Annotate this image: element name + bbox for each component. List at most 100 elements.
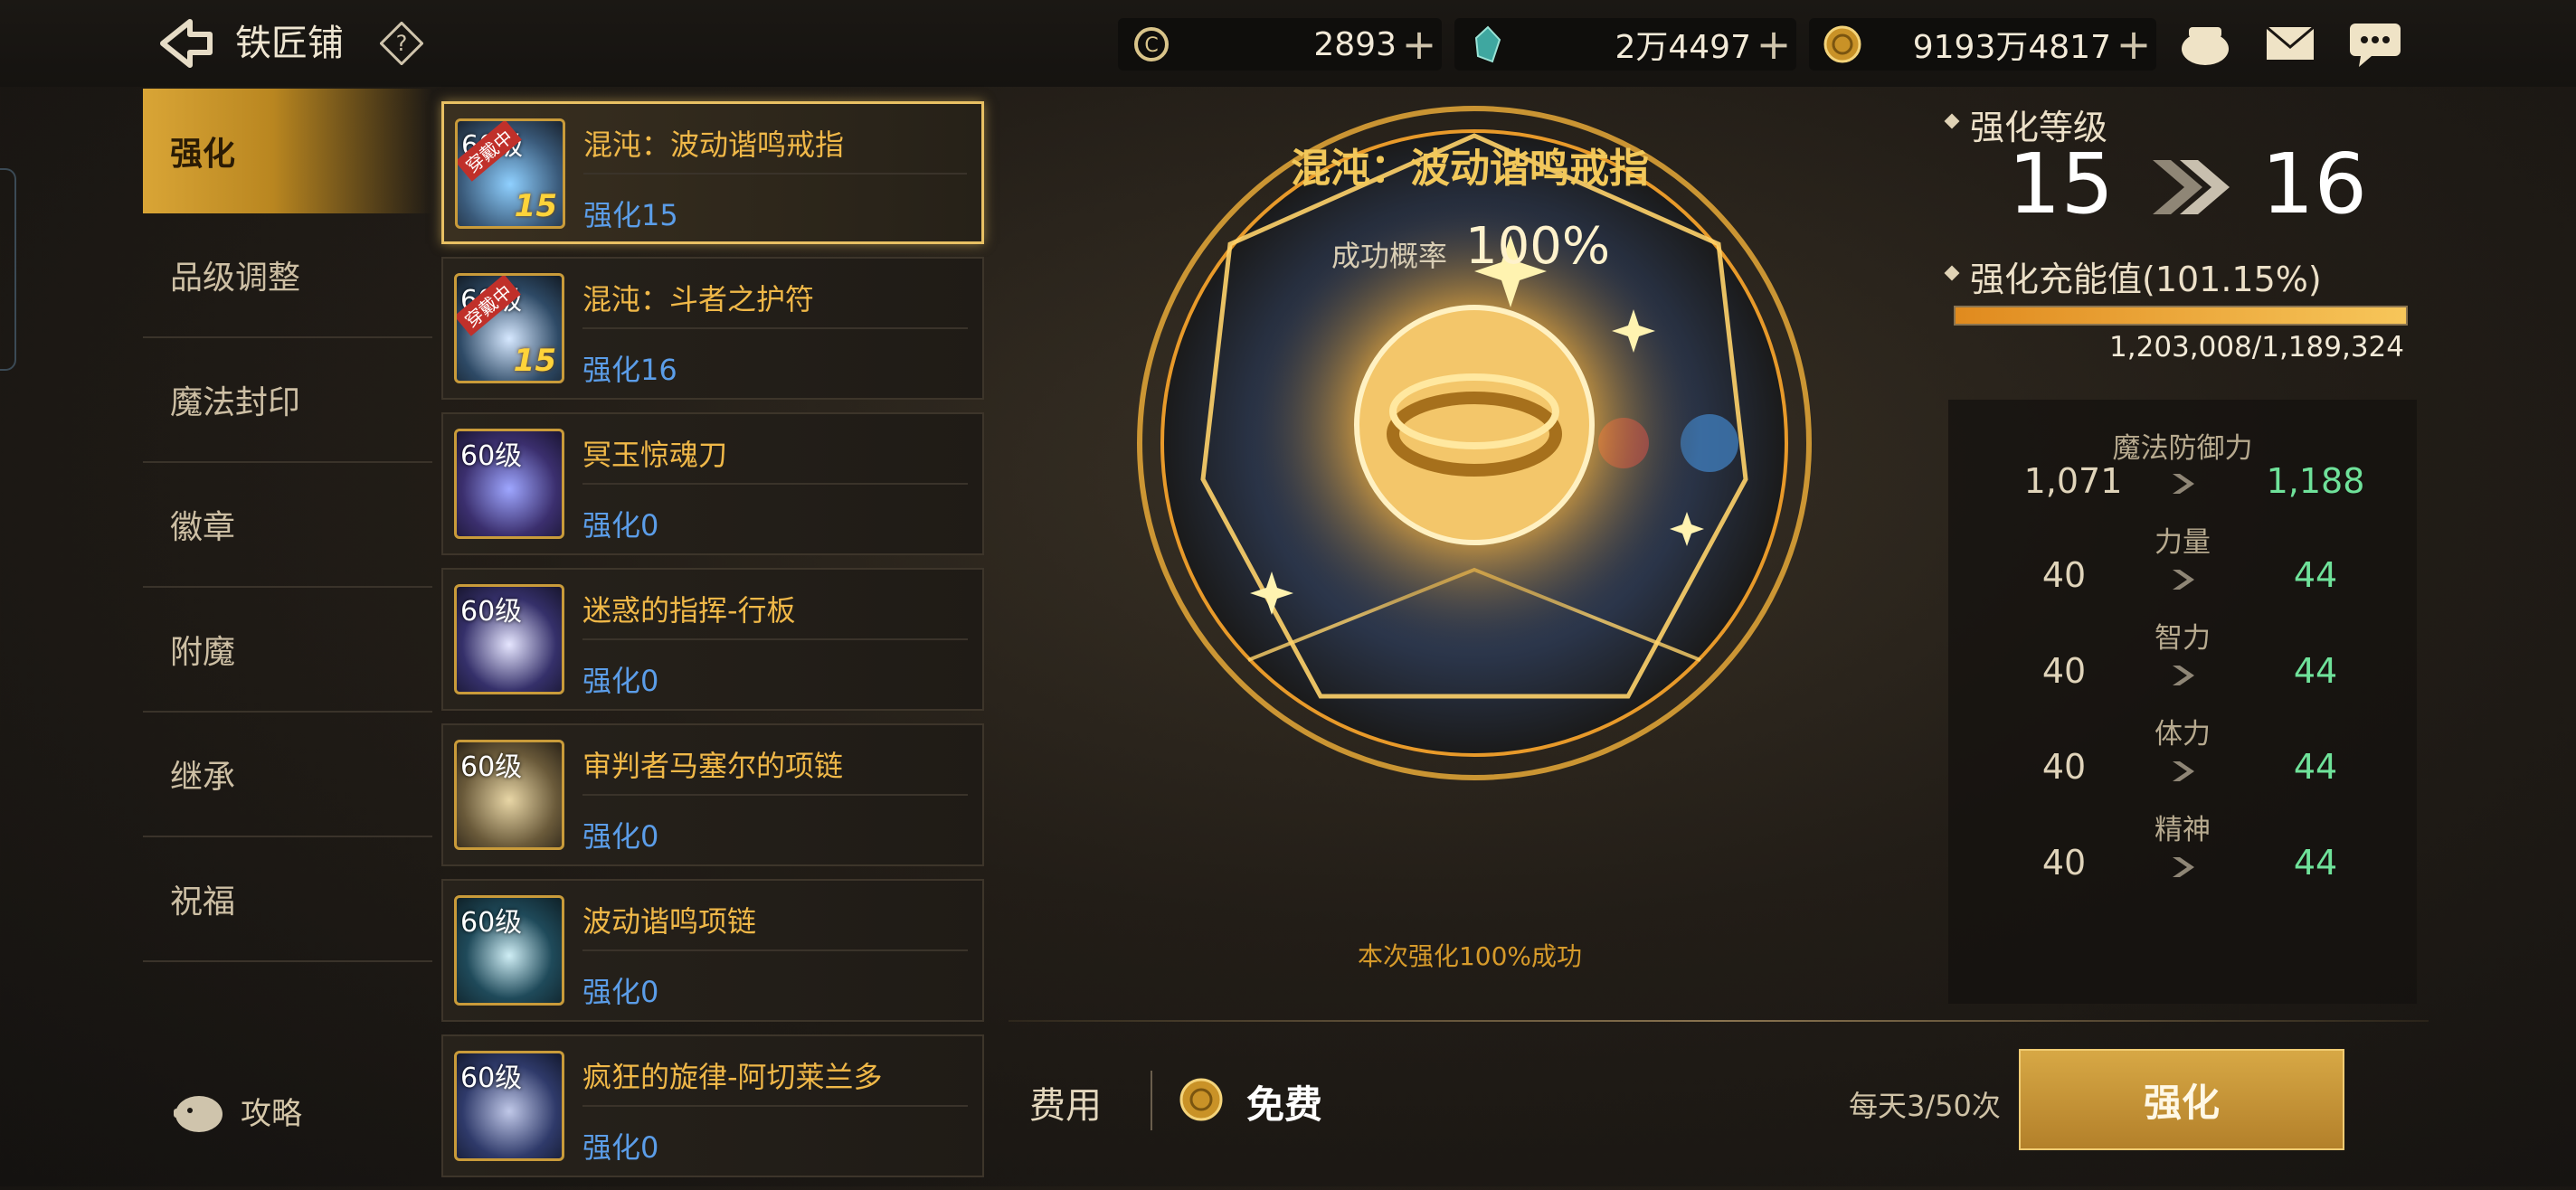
menu-item-blessing[interactable]: 祝福 (143, 837, 432, 962)
stat-name: 精神 (2155, 814, 2211, 846)
menu-item-label: 强化 (170, 136, 236, 173)
stat-old-value: 40 (2041, 555, 2087, 595)
chevron-right-icon (2173, 857, 2194, 877)
chevron-right-icon (2173, 666, 2194, 685)
enhance-level-from: 15 (2008, 136, 2115, 232)
svg-text:?: ? (396, 31, 408, 56)
equipment-item[interactable]: 60级 波动谐鸣项链 强化0 (441, 879, 984, 1022)
success-rate-value: 100% (1465, 217, 1611, 276)
diamond-icon (1944, 265, 1960, 281)
stat-new-value: 44 (2293, 843, 2338, 883)
page-title: 铁匠铺 (235, 23, 344, 64)
equipment-item[interactable]: 60级 穿戴中 15 混沌：斗者之护符 强化16 (441, 257, 984, 400)
stat-name: 智力 (2155, 622, 2211, 655)
equipment-thumbnail: 60级 (454, 1051, 564, 1161)
back-arrow-icon[interactable] (154, 16, 217, 71)
equipment-enhance-level: 强化0 (582, 975, 659, 1009)
equipment-name: 疯狂的旋律-阿切莱兰多 (582, 1060, 883, 1094)
equipment-name: 迷惑的指挥-行板 (582, 593, 796, 628)
menu-item-enhance[interactable]: 强化 (143, 89, 432, 213)
enhance-level-badge: 15 (513, 343, 556, 379)
c-coin-icon: C (1131, 24, 1172, 65)
charge-label: 强化充能值(101.15%) (1970, 260, 2322, 299)
menu-item-label: 继承 (170, 759, 236, 796)
mail-icon[interactable] (2261, 18, 2319, 69)
diamond-icon (1944, 113, 1960, 129)
stat-old-value: 40 (2041, 747, 2087, 787)
equipment-thumbnail: 60级 (454, 429, 564, 539)
menu-item-label: 祝福 (170, 883, 236, 921)
equipment-enhance-level: 强化0 (582, 508, 659, 543)
equipment-name: 混沌：斗者之护符 (582, 282, 815, 316)
enhance-button[interactable]: 强化 (2019, 1049, 2344, 1150)
stat-name: 魔法防御力 (2112, 432, 2253, 465)
menu-item-inherit[interactable]: 继承 (143, 713, 432, 837)
charge-progress-fill (1956, 307, 2406, 324)
equipment-enhance-level: 强化15 (583, 198, 678, 232)
guide-button[interactable]: 攻略 (168, 1083, 302, 1138)
stat-new-value: 44 (2293, 555, 2338, 595)
stat-name: 体力 (2155, 718, 2211, 751)
equipment-enhance-level: 强化0 (582, 1130, 659, 1165)
divider (1009, 1020, 2429, 1022)
svg-text:C: C (1144, 34, 1158, 57)
success-rate-label: 成功概率 (1331, 239, 1448, 273)
equipment-item[interactable]: 60级 冥玉惊魂刀 强化0 (441, 412, 984, 555)
daily-limit: 每天3/50次 (1849, 1089, 2001, 1123)
level-label: 60级 (460, 1062, 523, 1094)
enhance-notice: 本次强化100%成功 (1357, 941, 1583, 971)
add-currency-button[interactable]: + (2111, 24, 2156, 65)
equipment-thumbnail: 60级 穿戴中 15 (454, 273, 564, 383)
menu-item-label: 品级调整 (170, 260, 301, 297)
equipment-thumbnail: 60级 穿戴中 15 (455, 118, 565, 229)
question-icon[interactable]: ? (379, 21, 424, 66)
add-currency-button[interactable]: + (1397, 24, 1442, 65)
menu-item-magic-seal[interactable]: 魔法封印 (143, 338, 432, 463)
equipment-name: 波动谐鸣项链 (582, 904, 757, 939)
currency-c-coin: C 2893 + (1118, 18, 1442, 71)
cost-label: 费用 (1029, 1085, 1102, 1127)
charge-value: 1,203,008/1,189,324 (2109, 331, 2404, 364)
menu-item-grade-adjust[interactable]: 品级调整 (143, 213, 432, 338)
enhance-magic-circle (1122, 99, 1827, 787)
chat-icon[interactable] (2346, 18, 2404, 69)
add-currency-button[interactable]: + (1751, 24, 1796, 65)
stat-name: 力量 (2155, 526, 2211, 559)
gold-coin-icon (1178, 1076, 1225, 1123)
cost-value: 免费 (1246, 1082, 1323, 1127)
level-label: 60级 (460, 440, 523, 472)
stat-new-value: 44 (2293, 651, 2338, 691)
equipment-thumbnail: 60级 (454, 895, 564, 1006)
level-label: 60级 (460, 596, 523, 628)
chevron-right-icon (2173, 570, 2194, 590)
menu-item-emblem[interactable]: 徽章 (143, 463, 432, 588)
equipment-thumbnail: 60级 (454, 584, 564, 694)
double-chevron-icon (2144, 156, 2234, 219)
currency-value: 9193万4817 (1912, 29, 2111, 66)
stat-new-value: 44 (2293, 747, 2338, 787)
chevron-right-icon (2173, 761, 2194, 781)
equipment-enhance-level: 强化16 (582, 353, 677, 387)
menu-item-label: 魔法封印 (170, 384, 301, 421)
crystal-icon (1467, 24, 1509, 65)
guide-label: 攻略 (241, 1095, 302, 1132)
function-menu: 强化 品级调整 魔法封印 徽章 附魔 继承 祝福 (143, 89, 432, 962)
equipment-name: 冥玉惊魂刀 (582, 438, 728, 472)
treasure-pot-icon[interactable] (2176, 18, 2234, 69)
equipment-list[interactable]: 60级 穿戴中 15 混沌：波动谐鸣戒指 强化15 60级 穿戴中 15 混沌：… (441, 101, 984, 1190)
menu-item-label: 徽章 (170, 509, 236, 546)
equipment-item[interactable]: 60级 穿戴中 15 混沌：波动谐鸣戒指 强化15 (441, 101, 984, 244)
level-label: 60级 (460, 907, 523, 939)
side-drawer-tab[interactable] (0, 168, 16, 371)
charge-progress-bar (1954, 306, 2408, 326)
equipment-item[interactable]: 60级 疯狂的旋律-阿切莱兰多 强化0 (441, 1034, 984, 1177)
equipment-item[interactable]: 60级 审判者马塞尔的项链 强化0 (441, 723, 984, 866)
enhance-level-badge: 15 (514, 188, 557, 224)
gold-coin-icon (1822, 24, 1863, 65)
pig-icon (174, 1096, 223, 1132)
currency-value: 2万4497 (1615, 29, 1751, 66)
enhance-level-to: 16 (2261, 136, 2368, 232)
menu-item-enchant[interactable]: 附魔 (143, 588, 432, 713)
equipment-item[interactable]: 60级 迷惑的指挥-行板 强化0 (441, 568, 984, 711)
equipment-enhance-level: 强化0 (582, 819, 659, 854)
